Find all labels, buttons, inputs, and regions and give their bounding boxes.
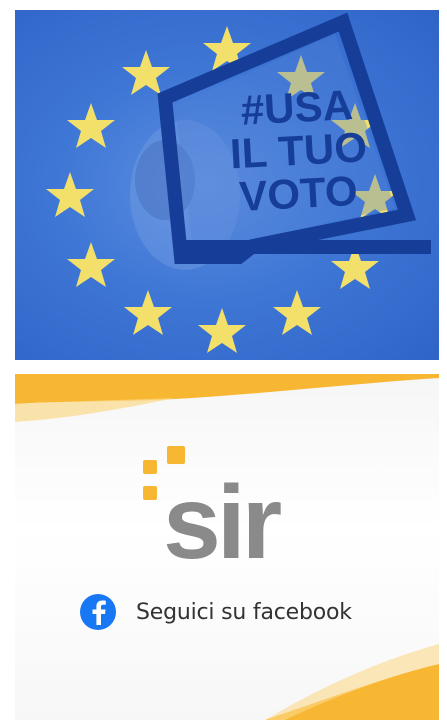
star	[124, 290, 172, 335]
eu-vote-banner[interactable]: #USA IL TUO VOTO	[15, 10, 439, 360]
star	[273, 290, 321, 335]
facebook-follow-link[interactable]: Seguici su facebook	[80, 594, 352, 630]
headline-line3: VOTO	[238, 167, 359, 220]
star	[122, 50, 170, 95]
sir-facebook-promo[interactable]: sir Seguici su facebook	[15, 374, 439, 720]
star	[67, 242, 115, 287]
sir-logo: sir	[125, 446, 325, 581]
facebook-follow-label: Seguici su facebook	[136, 599, 352, 625]
star	[198, 308, 246, 353]
ballot-slot	[185, 240, 431, 254]
banner-artwork: #USA IL TUO VOTO	[46, 12, 431, 353]
star	[67, 103, 115, 148]
facebook-icon	[80, 594, 116, 630]
sir-logo-text: sir	[163, 465, 281, 566]
star	[46, 172, 94, 217]
spacer	[0, 360, 447, 374]
